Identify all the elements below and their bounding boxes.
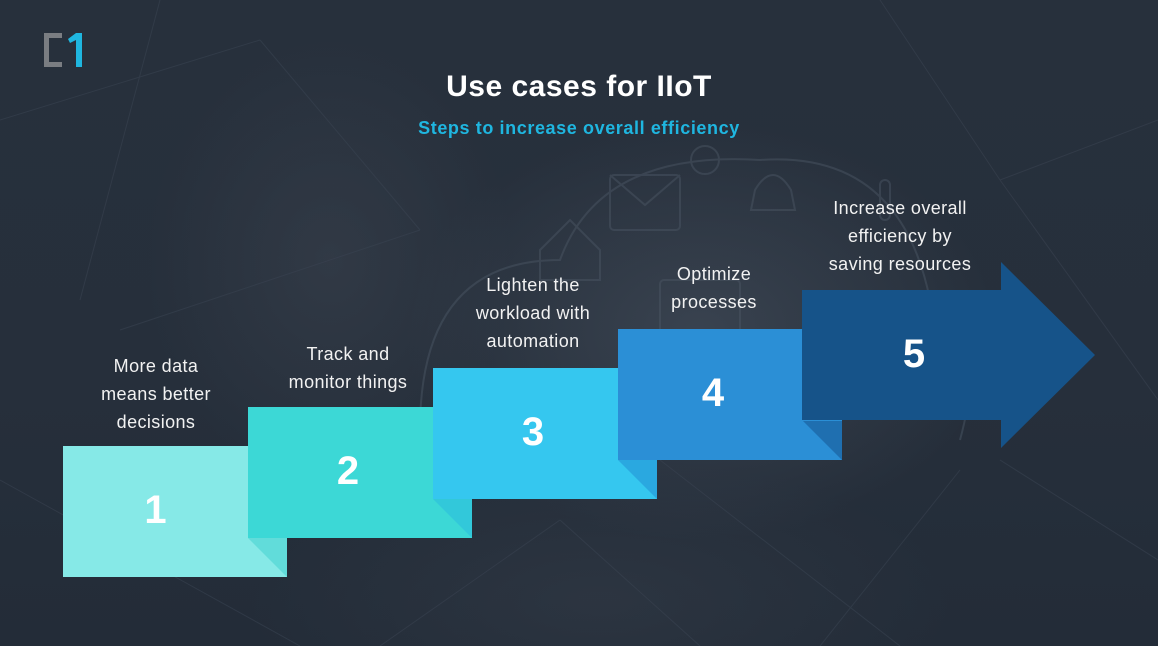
step-5-label: Increase overall efficiency by saving re… [828, 198, 972, 274]
step-2-number: 2 [336, 449, 360, 493]
step-4-number: 4 [701, 371, 725, 415]
step-5-number: 5 [902, 332, 926, 376]
logo-one [68, 33, 82, 67]
step-3-number: 3 [521, 410, 545, 454]
page-title: Use cases for IIoT [446, 70, 712, 103]
brand-logo [44, 33, 82, 67]
page-subtitle: Steps to increase overall efficiency [418, 118, 740, 138]
step-1-number: 1 [144, 488, 167, 532]
logo-bracket [44, 33, 62, 67]
